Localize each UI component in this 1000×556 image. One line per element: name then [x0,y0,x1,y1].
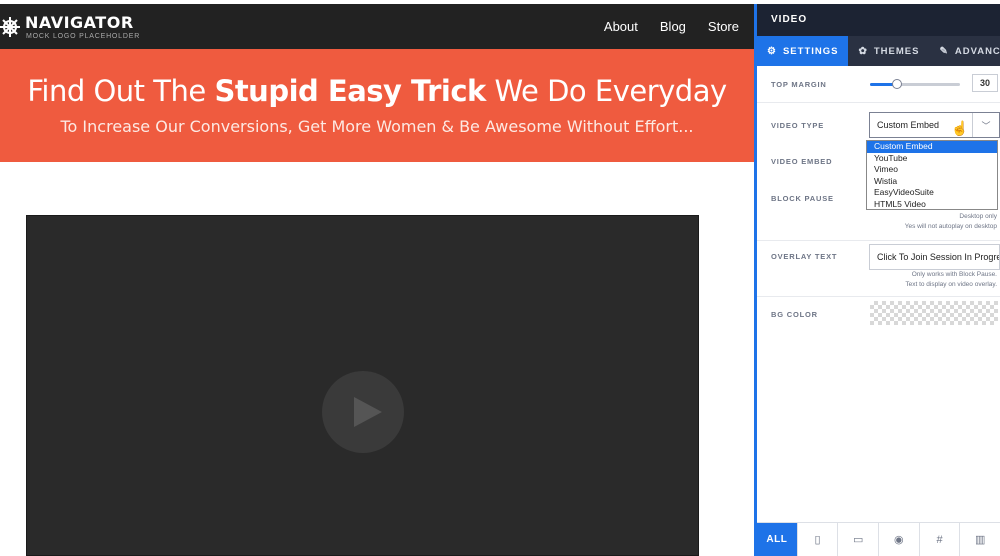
video-type-value: Custom Embed [877,120,940,130]
hero-subheadline[interactable]: To Increase Our Conversions, Get More Wo… [0,117,754,136]
ship-wheel-icon [0,17,20,37]
video-type-dropdown: Custom Embed YouTube Vimeo Wistia EasyVideoS… [866,140,998,210]
hand-cursor-icon: ☝ [951,120,969,136]
overlay-text-input[interactable]: Click To Join Session In Progress [869,244,1000,270]
video-embed-label: VIDEO EMBED [771,157,833,166]
trash-icon[interactable]: ▥ [960,523,1000,556]
desktop-icon[interactable]: ▭ [838,523,880,556]
video-type-select[interactable]: Custom Embed ﹀ [869,112,1000,138]
slider-handle[interactable] [892,79,902,89]
mobile-icon[interactable]: ▯ [798,523,839,556]
help-line: Yes will not autoplay on desktop [904,223,997,230]
video-type-label: VIDEO TYPE [771,121,825,130]
divider [757,102,1000,103]
top-margin-label: TOP MARGIN [771,80,827,89]
wrench-icon: ✎ [939,45,949,57]
tab-advanced-label: ADVANCED [954,45,1000,57]
palette-icon: ✿ [858,45,868,57]
overlay-text-help: Only works with Block Pause. Text to dis… [905,270,997,290]
page-preview: NAVIGATOR MOCK LOGO PLACEHOLDER About Bl… [0,0,754,556]
chevron-down-icon[interactable]: ﹀ [972,113,999,137]
filter-all-button[interactable]: ALL [757,523,798,556]
video-player[interactable] [26,215,699,556]
tab-themes[interactable]: ✿ THEMES [848,36,929,66]
top-margin-row: TOP MARGIN 30 [757,70,1000,100]
block-pause-help: Desktop only Yes will not autoplay on de… [905,212,997,232]
block-pause-label: BLOCK PAUSE [771,194,834,203]
site-header: NAVIGATOR MOCK LOGO PLACEHOLDER About Bl… [0,4,754,49]
help-line: Text to display on video overlay. [905,281,997,288]
bg-color-row: BG COLOR [757,301,1000,327]
bg-color-swatch[interactable] [870,301,998,325]
divider [757,240,1000,241]
nav-link-about[interactable]: About [604,19,638,34]
logo-subtitle: MOCK LOGO PLACEHOLDER [26,32,141,40]
headline-part: Find Out The [27,74,215,108]
headline-bold: Stupid Easy Trick [214,74,486,108]
dropdown-option[interactable]: YouTube [867,153,997,165]
tab-themes-label: THEMES [873,45,920,57]
play-button[interactable] [322,371,404,453]
bg-color-label: BG COLOR [771,310,818,319]
panel-footer: ALL ▯ ▭ ◉ # ▥ [757,522,1000,556]
hero-headline[interactable]: Find Out The Stupid Easy Trick We Do Eve… [0,74,754,108]
hash-icon[interactable]: # [920,523,961,556]
hero-banner: Find Out The Stupid Easy Trick We Do Eve… [0,49,754,162]
nav-link-store[interactable]: Store [708,19,739,34]
video-settings-panel: VIDEO ⚙ SETTINGS ✿ THEMES ✎ ADVANCED TOP… [754,4,1000,556]
gear-icon: ⚙ [767,45,777,57]
overlay-text-label: OVERLAY TEXT [771,252,838,261]
tab-settings[interactable]: ⚙ SETTINGS [757,36,849,66]
dropdown-option[interactable]: Custom Embed [867,141,997,153]
eye-icon[interactable]: ◉ [879,523,920,556]
site-logo[interactable]: NAVIGATOR MOCK LOGO PLACEHOLDER [0,9,140,45]
dropdown-option[interactable]: Wistia [867,176,997,188]
top-margin-value[interactable]: 30 [972,74,998,92]
dropdown-option[interactable]: EasyVideoSuite [867,187,997,199]
divider [757,296,1000,297]
tab-settings-label: SETTINGS [782,45,839,57]
play-icon [354,397,382,427]
panel-tabs: ⚙ SETTINGS ✿ THEMES ✎ ADVANCED [757,36,1000,66]
dropdown-option[interactable]: HTML5 Video [867,199,997,211]
site-nav: About Blog Store [604,4,739,49]
dropdown-option[interactable]: Vimeo [867,164,997,176]
tab-advanced[interactable]: ✎ ADVANCED [929,36,1000,66]
logo-title: NAVIGATOR [25,12,134,32]
panel-title: VIDEO [757,4,1000,36]
nav-link-blog[interactable]: Blog [660,19,686,34]
video-type-row: VIDEO TYPE Custom Embed ﹀ ☝ [757,108,1000,142]
help-line: Desktop only [959,213,997,220]
top-margin-slider[interactable] [870,79,960,89]
headline-part: We Do Everyday [485,74,728,108]
help-line: Only works with Block Pause. [911,271,997,278]
overlay-text-row: OVERLAY TEXT Click To Join Session In Pr… [757,244,1000,296]
